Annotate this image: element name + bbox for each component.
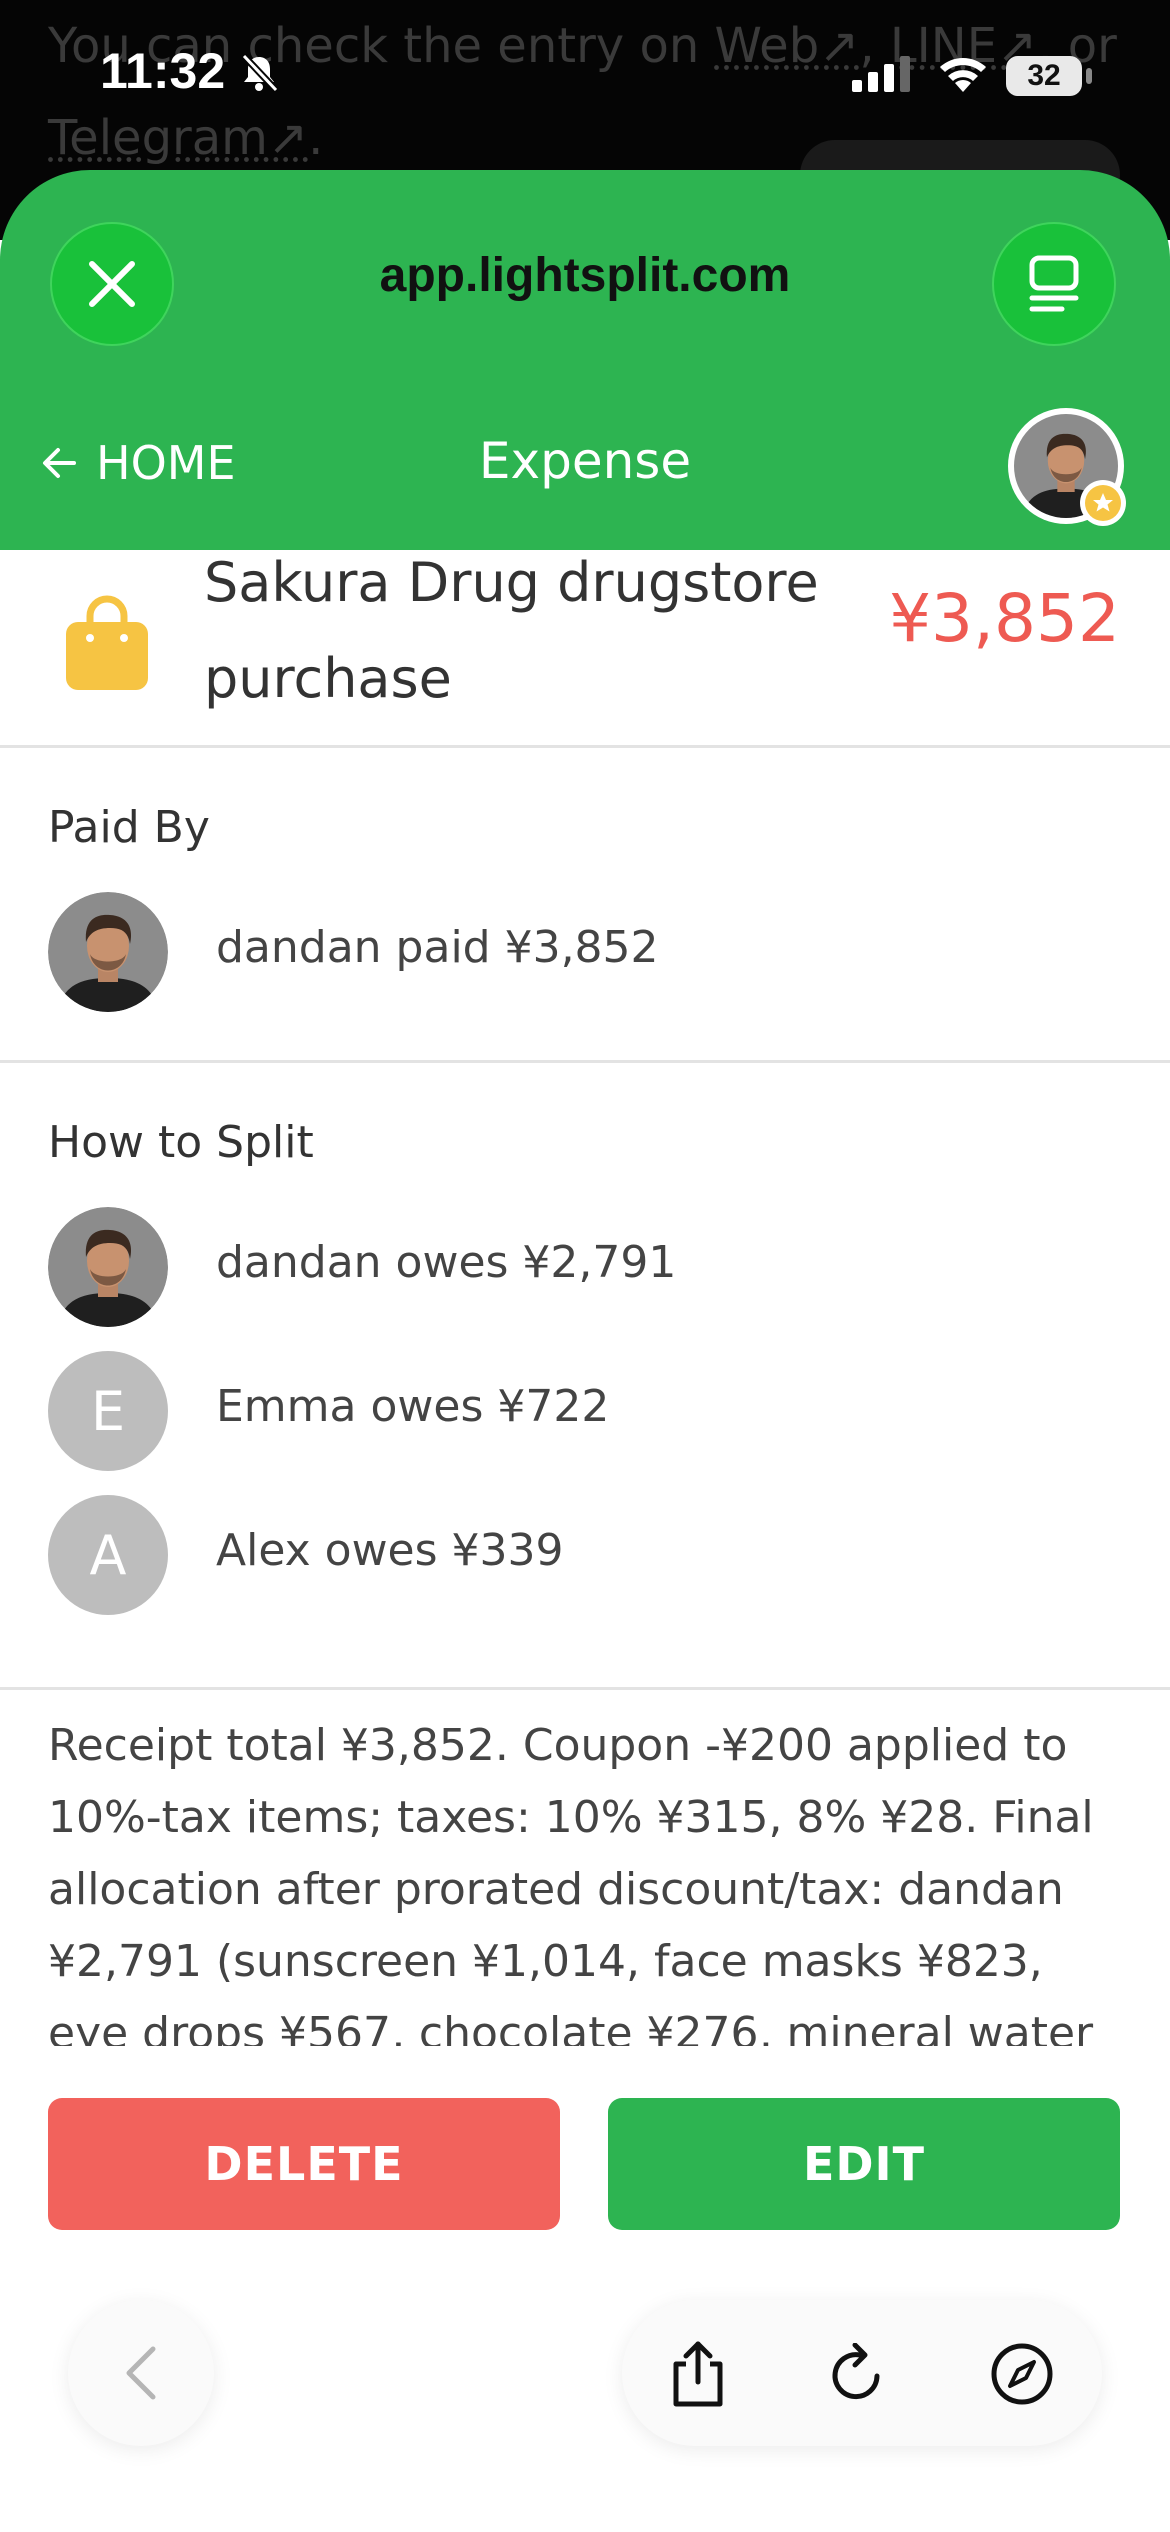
browser-back-button[interactable] xyxy=(68,2300,214,2446)
split-row-text: Emma owes ¥722 xyxy=(216,1381,610,1432)
avatar xyxy=(48,892,168,1012)
compass-icon xyxy=(991,2343,1053,2405)
delete-button[interactable]: DELETE xyxy=(48,2098,560,2230)
compass-button[interactable] xyxy=(988,2340,1056,2408)
reload-button[interactable] xyxy=(824,2340,892,2408)
cellular-signal-icon xyxy=(852,56,912,96)
split-row-text: Alex owes ¥339 xyxy=(216,1525,564,1576)
bell-slash-icon xyxy=(238,52,280,98)
reload-icon xyxy=(832,2343,880,2400)
telegram-link: Telegram↗ xyxy=(48,110,309,166)
split-label: How to Split xyxy=(48,1117,314,1168)
app-header xyxy=(0,170,1170,550)
web-link: Web↗ xyxy=(714,18,860,74)
underlay-period: . xyxy=(308,110,324,166)
browser-menu-button[interactable] xyxy=(992,222,1116,346)
shopping-bag-icon xyxy=(62,592,152,696)
divider xyxy=(0,745,1170,748)
battery-indicator: 32 xyxy=(1006,56,1082,96)
status-time: 11:32 xyxy=(100,43,226,99)
share-icon xyxy=(673,2341,723,2407)
paid-by-label: Paid By xyxy=(48,802,210,853)
initial-avatar: E xyxy=(48,1351,168,1471)
page-title: Expense xyxy=(478,432,692,490)
wifi-icon xyxy=(936,52,990,98)
initial-avatar: A xyxy=(48,1495,168,1615)
divider xyxy=(0,1687,1170,1690)
expense-title: Sakura Drug drugstore purchase xyxy=(204,551,819,710)
battery-tip xyxy=(1086,68,1092,84)
expense-amount: ¥3,852 xyxy=(889,580,1120,657)
expense-notes: Receipt total ¥3,852. Coupon -¥200 appli… xyxy=(48,1720,1094,2046)
share-button[interactable] xyxy=(664,2340,732,2408)
split-row-text: dandan owes ¥2,791 xyxy=(216,1237,677,1288)
paid-by-text: dandan paid ¥3,852 xyxy=(216,922,659,973)
chevron-left-icon xyxy=(126,2346,156,2400)
star-badge-icon xyxy=(1080,480,1126,526)
divider xyxy=(0,1060,1170,1063)
avatar xyxy=(48,1207,168,1327)
edit-button[interactable]: EDIT xyxy=(608,2098,1120,2230)
reader-icon xyxy=(1029,255,1079,312)
